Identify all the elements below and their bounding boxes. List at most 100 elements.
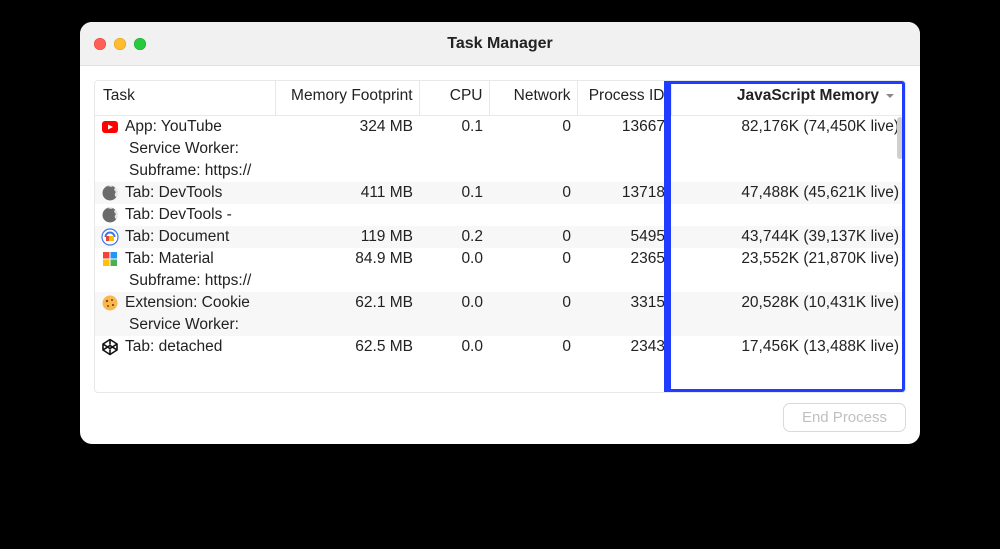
task-label: Tab: DevTools <box>125 184 222 202</box>
cell-js: 43,744K (39,137K live) <box>671 226 905 248</box>
cell-pid: 2343 <box>577 336 671 358</box>
task-label: Tab: DevTools - <box>125 206 232 224</box>
cell-network: 0 <box>489 336 577 358</box>
cell-js: 20,528K (10,431K live) <box>671 292 905 314</box>
cell-cpu: 0.0 <box>419 336 489 358</box>
cell-network: 0 <box>489 226 577 248</box>
cell-task: Service Worker: <box>95 314 275 336</box>
table-row[interactable]: Service Worker: <box>95 314 905 336</box>
cell-cpu: 0.0 <box>419 292 489 314</box>
footer: End Process <box>94 393 906 432</box>
table-row[interactable]: Tab: detached 62.5 MB0.00234317,456K (13,… <box>95 336 905 358</box>
task-label: Subframe: https:// <box>129 162 251 180</box>
cell-task: Tab: DevTools - <box>95 204 275 226</box>
column-headers: Task Memory Footprint CPU Network Proces… <box>95 81 905 116</box>
task-label: Service Worker: <box>129 140 239 158</box>
cell-cpu <box>419 160 489 182</box>
process-table: Task Memory Footprint CPU Network Proces… <box>94 80 906 393</box>
task-label: Tab: Material <box>125 250 214 268</box>
codepen-icon <box>101 338 119 356</box>
cell-js <box>671 204 905 226</box>
cell-js <box>671 138 905 160</box>
close-window-button[interactable] <box>94 38 106 50</box>
cell-js: 23,552K (21,870K live) <box>671 248 905 270</box>
cell-task: App: YouTube <box>95 116 275 138</box>
cell-memory: 411 MB <box>275 182 419 204</box>
window-controls <box>94 22 146 65</box>
cell-network <box>489 138 577 160</box>
cell-cpu: 0.0 <box>419 248 489 270</box>
cell-task: Tab: Document <box>95 226 275 248</box>
cell-network <box>489 270 577 292</box>
cell-cpu: 0.2 <box>419 226 489 248</box>
table-row[interactable]: Tab: DevTools411 MB0.101371847,488K (45,… <box>95 182 905 204</box>
cell-memory <box>275 314 419 336</box>
cell-memory: 62.1 MB <box>275 292 419 314</box>
minimize-window-button[interactable] <box>114 38 126 50</box>
globe-icon <box>101 184 119 202</box>
cell-network <box>489 160 577 182</box>
scrollbar-thumb[interactable] <box>897 117 903 159</box>
table-row[interactable]: App: YouTube324 MB0.101366782,176K (74,4… <box>95 116 905 139</box>
task-label: Tab: Document <box>125 228 229 246</box>
cell-cpu: 0.1 <box>419 182 489 204</box>
cell-pid: 5495 <box>577 226 671 248</box>
cell-pid: 13718 <box>577 182 671 204</box>
table-row[interactable]: Service Worker: <box>95 138 905 160</box>
cell-task: Extension: Cookie <box>95 292 275 314</box>
table-row[interactable]: Tab: Document 119 MB0.20549543,744K (39,1… <box>95 226 905 248</box>
table-row[interactable]: Subframe: https:// <box>95 160 905 182</box>
cell-pid <box>577 270 671 292</box>
column-memory[interactable]: Memory Footprint <box>275 81 419 116</box>
cell-network <box>489 204 577 226</box>
cell-network: 0 <box>489 116 577 139</box>
cell-pid <box>577 314 671 336</box>
cell-memory: 119 MB <box>275 226 419 248</box>
column-cpu[interactable]: CPU <box>419 81 489 116</box>
globe-icon <box>101 206 119 224</box>
table-row[interactable]: Tab: Material84.9 MB0.00236523,552K (21,… <box>95 248 905 270</box>
table-row[interactable]: Tab: DevTools - <box>95 204 905 226</box>
end-process-button[interactable]: End Process <box>783 403 906 432</box>
cell-js: 17,456K (13,488K live) <box>671 336 905 358</box>
cell-task: Service Worker: <box>95 138 275 160</box>
window-title: Task Manager <box>80 35 920 53</box>
cell-task: Tab: DevTools <box>95 182 275 204</box>
cell-js <box>671 270 905 292</box>
column-task[interactable]: Task <box>95 81 275 116</box>
cell-cpu <box>419 270 489 292</box>
cell-cpu <box>419 204 489 226</box>
task-label: Tab: detached <box>125 338 222 356</box>
task-manager-window: Task Manager Task Memory Footprint CPU N… <box>80 22 920 444</box>
cell-memory: 84.9 MB <box>275 248 419 270</box>
cell-network <box>489 314 577 336</box>
cell-memory <box>275 138 419 160</box>
youtube-icon <box>101 118 119 136</box>
cell-memory <box>275 160 419 182</box>
column-network[interactable]: Network <box>489 81 577 116</box>
table-row[interactable]: Subframe: https:// <box>95 270 905 292</box>
cell-memory: 62.5 MB <box>275 336 419 358</box>
cell-task: Subframe: https:// <box>95 270 275 292</box>
cell-js <box>671 314 905 336</box>
column-js-memory-label: JavaScript Memory <box>737 87 879 104</box>
zoom-window-button[interactable] <box>134 38 146 50</box>
cell-pid <box>577 204 671 226</box>
material-icon <box>101 250 119 268</box>
cell-task: Tab: detached <box>95 336 275 358</box>
task-label: Extension: Cookie <box>125 294 250 312</box>
cell-memory <box>275 204 419 226</box>
table-row[interactable]: Extension: Cookie62.1 MB0.00331520,528K … <box>95 292 905 314</box>
devtools-icon <box>101 228 119 246</box>
cell-task: Tab: Material <box>95 248 275 270</box>
content-area: Task Memory Footprint CPU Network Proces… <box>80 66 920 444</box>
chevron-down-icon <box>885 91 895 101</box>
cookie-icon <box>101 294 119 312</box>
task-label: Service Worker: <box>129 316 239 334</box>
cell-memory: 324 MB <box>275 116 419 139</box>
cell-js <box>671 160 905 182</box>
column-pid[interactable]: Process ID <box>577 81 671 116</box>
cell-cpu <box>419 314 489 336</box>
cell-network: 0 <box>489 182 577 204</box>
column-js-memory[interactable]: JavaScript Memory <box>671 81 905 116</box>
